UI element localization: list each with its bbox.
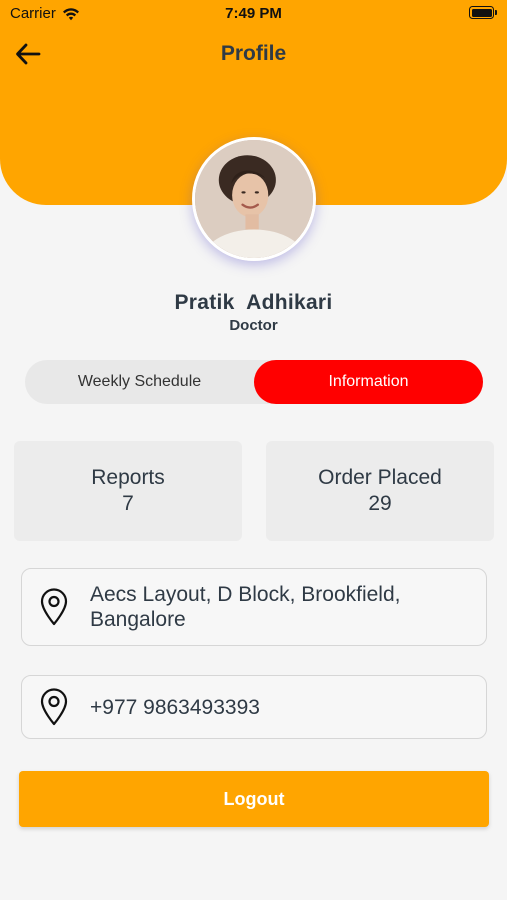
nav-bar: Profile: [0, 36, 507, 72]
location-pin-icon: [40, 688, 68, 726]
orders-value: 29: [368, 492, 392, 515]
page-title: Profile: [220, 42, 287, 65]
avatar: [192, 137, 316, 261]
reports-card: Reports 7: [14, 441, 242, 541]
phone-field: +977 9863493393: [21, 675, 487, 739]
profile-tabs: Weekly Schedule Information: [25, 360, 483, 404]
orders-card: Order Placed 29: [266, 441, 494, 541]
location-pin-icon: [40, 588, 68, 626]
phone-text: +977 9863493393: [90, 695, 260, 719]
orders-label: Order Placed: [318, 466, 442, 489]
reports-label: Reports: [91, 466, 165, 489]
tab-information[interactable]: Information: [254, 360, 483, 404]
status-time: 7:49 PM: [225, 5, 282, 22]
logout-button[interactable]: Logout: [19, 771, 489, 827]
address-text: Aecs Layout, D Block, Brookfield, Bangal…: [90, 583, 401, 631]
battery-full-icon: [469, 6, 497, 19]
address-field: Aecs Layout, D Block, Brookfield, Bangal…: [21, 568, 487, 646]
profile-role: Doctor: [229, 317, 278, 334]
avatar-photo: [195, 140, 313, 258]
tab-weekly-schedule[interactable]: Weekly Schedule: [25, 360, 254, 404]
status-bar: Carrier 7:49 PM: [0, 0, 507, 28]
reports-value: 7: [122, 492, 134, 515]
profile-name: Pratik Adhikari: [174, 291, 333, 314]
